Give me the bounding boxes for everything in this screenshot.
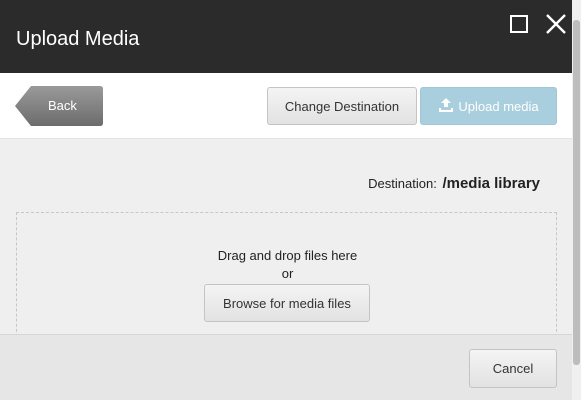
dropzone-text: Drag and drop files here bbox=[217, 248, 358, 263]
destination-label: Destination: bbox=[368, 176, 437, 191]
window-title: Upload Media bbox=[16, 28, 140, 50]
back-button-label: Back bbox=[48, 98, 77, 113]
dropzone-or-text: or bbox=[281, 266, 294, 281]
vertical-scrollbar[interactable] bbox=[572, 0, 581, 400]
scrollbar-thumb[interactable] bbox=[573, 20, 580, 365]
upload-media-button[interactable]: Upload media bbox=[420, 87, 557, 125]
cancel-button[interactable]: Cancel bbox=[469, 349, 557, 388]
upload-media-label: Upload media bbox=[458, 98, 539, 114]
back-button[interactable]: Back bbox=[15, 86, 103, 126]
change-destination-button[interactable]: Change Destination bbox=[267, 87, 417, 125]
close-icon[interactable] bbox=[544, 12, 568, 36]
upload-icon bbox=[438, 97, 454, 116]
file-dropzone[interactable]: Drag and drop files here or Browse for m… bbox=[16, 212, 557, 342]
destination-row: Destination: /media library bbox=[368, 175, 540, 192]
window-titlebar: Upload Media bbox=[0, 0, 581, 73]
destination-value: /media library bbox=[442, 175, 540, 192]
browse-media-button[interactable]: Browse for media files bbox=[204, 284, 370, 322]
toolbar: Back Change Destination Upload media bbox=[0, 73, 572, 139]
dialog-footer: Cancel bbox=[0, 334, 572, 400]
maximize-icon[interactable] bbox=[510, 15, 528, 33]
